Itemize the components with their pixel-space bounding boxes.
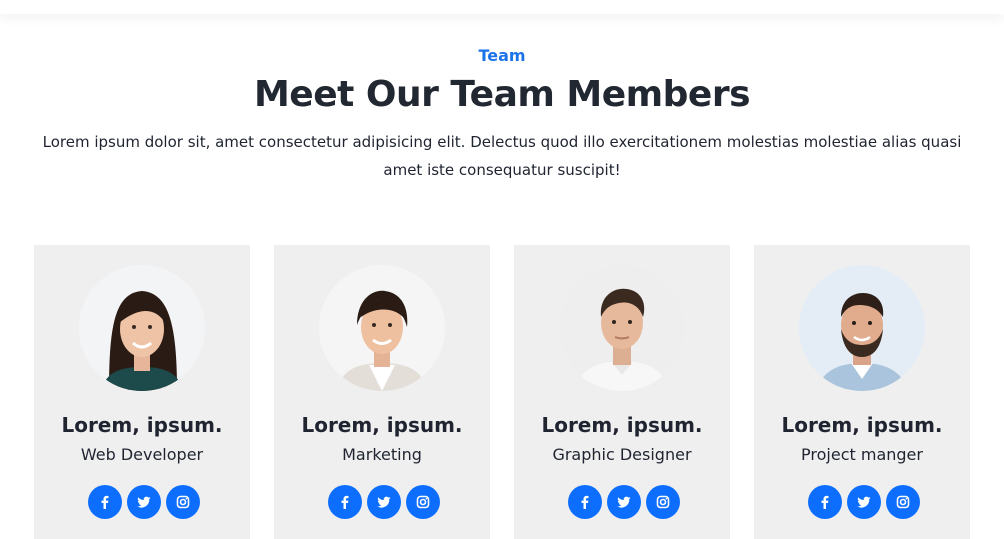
instagram-icon xyxy=(896,495,910,509)
member-name: Lorem, ipsum. xyxy=(781,413,943,437)
facebook-button[interactable] xyxy=(328,485,362,519)
social-links xyxy=(808,485,920,519)
team-cards: Lorem, ipsum. Web Developer Lorem, ipsum… xyxy=(34,245,970,539)
instagram-icon xyxy=(656,495,670,509)
twitter-icon xyxy=(137,496,151,508)
facebook-button[interactable] xyxy=(568,485,602,519)
team-card: Lorem, ipsum. Graphic Designer xyxy=(514,245,730,539)
facebook-icon xyxy=(581,495,589,509)
twitter-icon xyxy=(377,496,391,508)
twitter-button[interactable] xyxy=(607,485,641,519)
member-avatar xyxy=(79,265,205,391)
social-links xyxy=(328,485,440,519)
member-role: Marketing xyxy=(342,445,422,464)
man-white-shirt-photo xyxy=(559,265,685,391)
twitter-button[interactable] xyxy=(847,485,881,519)
member-role: Graphic Designer xyxy=(552,445,692,464)
twitter-button[interactable] xyxy=(367,485,401,519)
facebook-icon xyxy=(341,495,349,509)
member-avatar xyxy=(799,265,925,391)
facebook-button[interactable] xyxy=(88,485,122,519)
social-links xyxy=(568,485,680,519)
instagram-icon xyxy=(176,495,190,509)
member-role: Web Developer xyxy=(80,445,204,464)
instagram-icon xyxy=(416,495,430,509)
instagram-button[interactable] xyxy=(886,485,920,519)
instagram-button[interactable] xyxy=(166,485,200,519)
facebook-icon xyxy=(821,495,829,509)
social-links xyxy=(88,485,200,519)
member-role: Project manger xyxy=(801,445,923,464)
team-card: Lorem, ipsum. Project manger xyxy=(754,245,970,539)
man-beard-photo xyxy=(799,265,925,391)
member-name: Lorem, ipsum. xyxy=(541,413,703,437)
instagram-button[interactable] xyxy=(646,485,680,519)
section-eyebrow: Team xyxy=(478,46,526,65)
team-section: Team Meet Our Team Members Lorem ipsum d… xyxy=(0,0,1004,539)
member-name: Lorem, ipsum. xyxy=(61,413,223,437)
instagram-button[interactable] xyxy=(406,485,440,519)
section-title: Meet Our Team Members xyxy=(253,74,751,115)
twitter-icon xyxy=(857,496,871,508)
woman-dark-hair-photo xyxy=(79,265,205,391)
team-card: Lorem, ipsum. Marketing xyxy=(274,245,490,539)
twitter-button[interactable] xyxy=(127,485,161,519)
facebook-button[interactable] xyxy=(808,485,842,519)
member-avatar xyxy=(319,265,445,391)
twitter-icon xyxy=(617,496,631,508)
team-card: Lorem, ipsum. Web Developer xyxy=(34,245,250,539)
member-name: Lorem, ipsum. xyxy=(301,413,463,437)
section-description: Lorem ipsum dolor sit, amet consectetur … xyxy=(42,133,962,179)
facebook-icon xyxy=(101,495,109,509)
woman-ponytail-photo xyxy=(319,265,445,391)
member-avatar xyxy=(559,265,685,391)
